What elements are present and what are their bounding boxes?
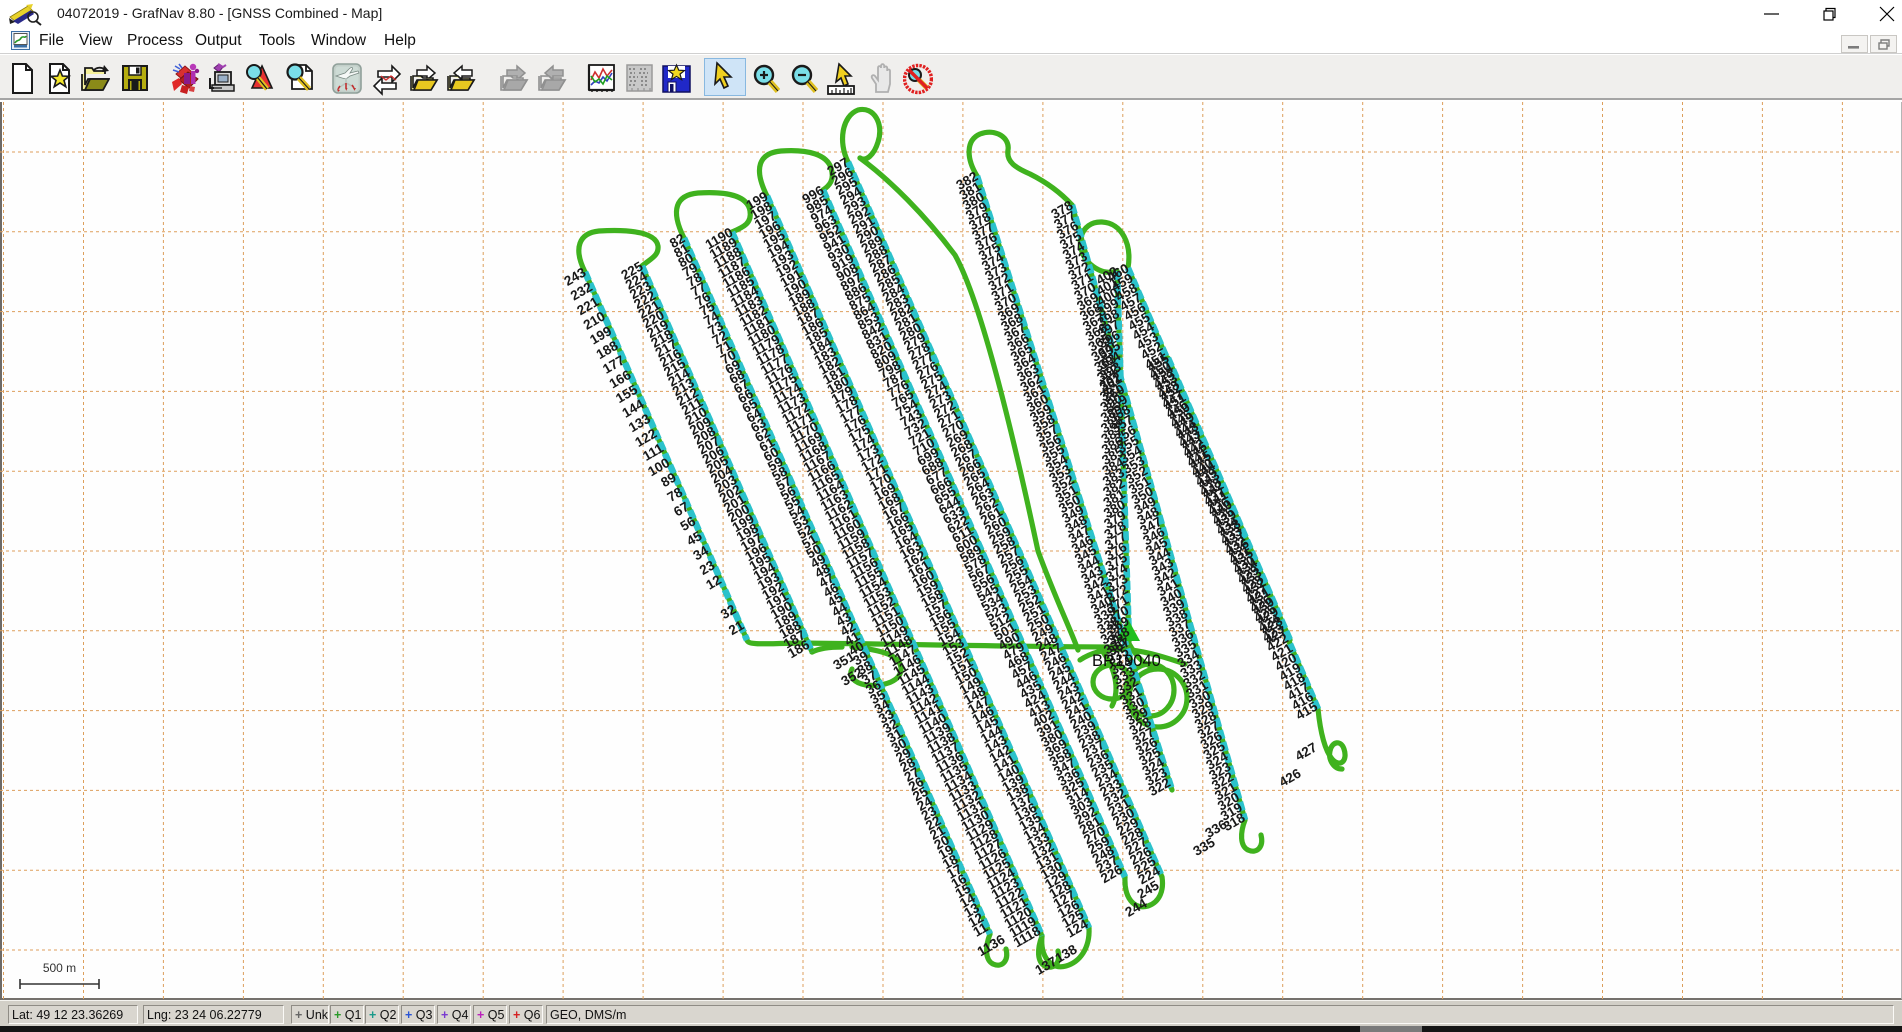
svg-text:426: 426 [1276, 765, 1303, 789]
svg-text:500 m: 500 m [43, 961, 76, 975]
svg-text:BR19040: BR19040 [1092, 652, 1161, 670]
svg-text:427: 427 [1292, 740, 1319, 764]
